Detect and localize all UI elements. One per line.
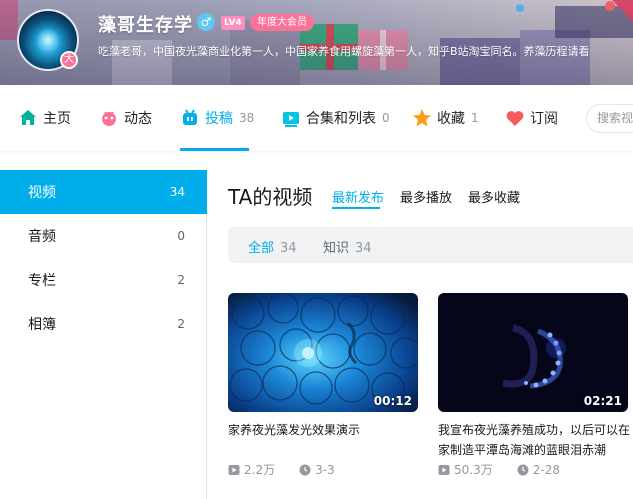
video-duration: 00:12 [373, 394, 412, 408]
nav-active-indicator [180, 148, 249, 151]
filter-label: 知识 [323, 241, 350, 256]
tab-latest[interactable]: 最新发布 [332, 187, 384, 206]
video-title[interactable]: 我宣布夜光藻养殖成功，以后可以在家制造平潭岛海滩的蓝眼泪赤潮 [438, 420, 633, 460]
nav-collections[interactable]: 合集和列表 0 [281, 85, 390, 151]
nav-label: 收藏 [437, 111, 465, 127]
filter-knowledge[interactable]: 知识 34 [323, 237, 372, 256]
sidebar-item-video[interactable]: 视频 34 [0, 170, 207, 214]
space-page: 大 藻哥生存学 ♂ LV4 年度大会员 吃藻老哥，中国夜光藻商业化第一人，中国家… [0, 0, 633, 499]
avatar-glow [36, 28, 60, 52]
play-count: 50.3万 [438, 461, 493, 478]
video-thumbnail[interactable]: 02:21 [438, 293, 628, 412]
vip-badge[interactable]: 年度大会员 [250, 14, 314, 31]
nav-label: 投稿 [205, 111, 233, 127]
video-card[interactable]: 00:12 家养夜光藻发光效果演示 2.2万 3-3 [228, 293, 418, 477]
tab-most-played[interactable]: 最多播放 [400, 187, 452, 206]
sidebar-item-count: 0 [177, 229, 185, 243]
play-count-value: 2.2万 [244, 463, 276, 477]
nav-count: 1 [471, 111, 479, 125]
content-sidebar: 视频 34 音频 0 专栏 2 相簿 2 [0, 170, 207, 499]
filter-all[interactable]: 全部 34 [248, 237, 297, 256]
heart-icon [505, 108, 525, 128]
sidebar-item-label: 专栏 [28, 273, 56, 289]
play-count-icon [228, 464, 240, 475]
filter-count: 34 [280, 241, 297, 256]
user-signature: 吃藻老哥，中国夜光藻商业化第一人，中国家养食用螺旋藻第一人，知乎B站淘宝同名。养… [98, 45, 590, 58]
nav-label: 主页 [43, 111, 71, 127]
filter-label: 全部 [248, 241, 275, 256]
sidebar-item-label: 视频 [28, 185, 56, 201]
nav-favorites[interactable]: 收藏 1 [412, 85, 479, 151]
play-count-value: 50.3万 [454, 463, 493, 477]
clock-icon [517, 464, 529, 475]
page-title: TA的视频 [228, 185, 313, 209]
nav-count: 38 [239, 111, 255, 125]
nav-count: 0 [382, 111, 390, 125]
nav-dynamic[interactable]: 动态 [99, 85, 152, 151]
video-card[interactable]: 02:21 我宣布夜光藻养殖成功，以后可以在家制造平潭岛海滩的蓝眼泪赤潮 50.… [438, 293, 630, 477]
sidebar-item-count: 2 [177, 273, 185, 287]
play-count: 2.2万 [228, 461, 275, 478]
upload-icon [180, 108, 200, 128]
sidebar-item-count: 2 [177, 317, 185, 331]
video-meta: 2.2万 3-3 [228, 461, 359, 478]
search-input[interactable]: 搜索视 [586, 104, 633, 133]
sidebar-item-album[interactable]: 相簿 2 [0, 302, 207, 346]
nav-home[interactable]: 主页 [18, 85, 71, 151]
publish-date: 3-3 [299, 463, 335, 477]
video-duration: 02:21 [583, 394, 622, 408]
nav-label: 动态 [124, 111, 152, 127]
video-title[interactable]: 家养夜光藻发光效果演示 [228, 420, 428, 440]
publish-date: 2-28 [517, 463, 560, 477]
star-icon [412, 108, 432, 128]
category-filter: 全部 34 知识 34 [228, 227, 633, 263]
sort-tab-indicator [332, 207, 380, 209]
avatar-badge: 大 [60, 51, 78, 69]
sidebar-item-audio[interactable]: 音频 0 [0, 214, 207, 258]
nav-subscriptions[interactable]: 订阅 [505, 85, 558, 151]
collection-icon [281, 108, 301, 128]
sidebar-item-label: 音频 [28, 229, 56, 245]
home-icon [18, 108, 38, 128]
filter-count: 34 [355, 241, 372, 256]
video-thumbnail[interactable]: 00:12 [228, 293, 418, 412]
username[interactable]: 藻哥生存学 [98, 11, 193, 37]
play-count-icon [438, 464, 450, 475]
publish-date-value: 3-3 [315, 462, 335, 477]
space-nav: 主页 动态 投稿 38 合集和列表 0 收藏 1 订阅 [0, 85, 633, 151]
publish-date-value: 2-28 [532, 462, 560, 477]
clock-icon [299, 464, 311, 475]
sidebar-item-article[interactable]: 专栏 2 [0, 258, 207, 302]
tab-most-favorited[interactable]: 最多收藏 [468, 187, 520, 206]
level-badge: LV4 [221, 16, 245, 30]
gender-icon: ♂ [197, 13, 215, 31]
video-meta: 50.3万 2-28 [438, 461, 584, 478]
nav-upload[interactable]: 投稿 38 [180, 85, 254, 151]
dynamic-icon [99, 108, 119, 128]
nav-label: 合集和列表 [306, 111, 376, 127]
nav-label: 订阅 [530, 111, 558, 127]
sidebar-item-label: 相簿 [28, 317, 56, 333]
sidebar-item-count: 34 [169, 185, 185, 199]
profile-banner: 大 藻哥生存学 ♂ LV4 年度大会员 吃藻老哥，中国夜光藻商业化第一人，中国家… [0, 0, 633, 85]
